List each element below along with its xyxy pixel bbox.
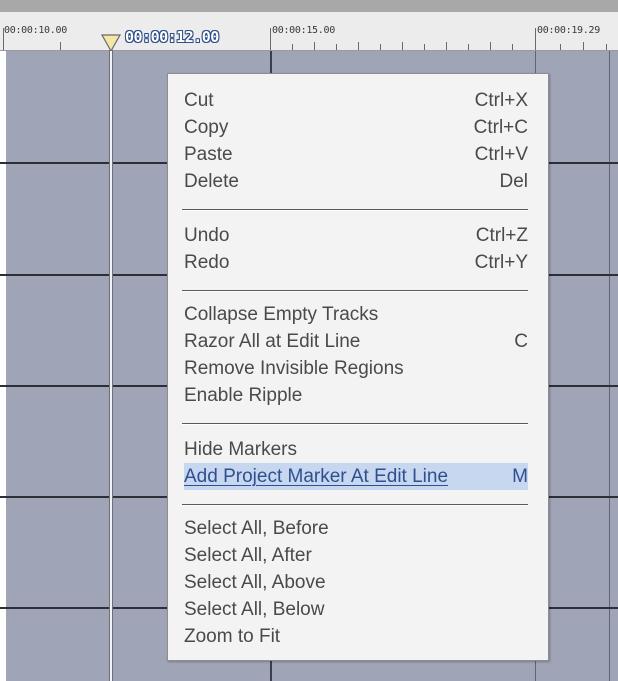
ruler-timecode: 00:00:15.00	[272, 25, 335, 36]
menu-item-shortcut: Ctrl+Z	[475, 225, 528, 246]
playhead-marker-icon[interactable]	[101, 34, 121, 51]
menu-item-enable-ripple[interactable]: Enable Ripple	[184, 382, 528, 409]
menu-item-paste[interactable]: Paste Ctrl+V	[184, 141, 528, 168]
menu-item-label: Redo	[184, 252, 230, 273]
menu-item-redo[interactable]: Redo Ctrl+Y	[184, 249, 528, 276]
ruler-tick	[3, 28, 4, 50]
ruler-timecode: 00:00:19.29	[537, 25, 600, 36]
ruler-tick	[314, 42, 315, 50]
menu-item-label: Copy	[184, 117, 229, 138]
menu-item-select-all-above[interactable]: Select All, Above	[184, 569, 528, 596]
grid-line	[609, 51, 610, 681]
ruler-tick	[535, 28, 536, 50]
menu-item-shortcut: Ctrl+C	[473, 117, 528, 138]
menu-item-shortcut: C	[514, 331, 528, 352]
menu-item-select-all-below[interactable]: Select All, Below	[184, 596, 528, 623]
menu-item-collapse-empty-tracks[interactable]: Collapse Empty Tracks	[184, 301, 528, 328]
ruler-tick	[358, 42, 359, 50]
menu-item-label: Undo	[184, 225, 230, 246]
track-left-border	[0, 51, 6, 681]
ruler-tick	[583, 42, 584, 50]
menu-item-copy[interactable]: Copy Ctrl+C	[184, 114, 528, 141]
menu-item-delete[interactable]: Delete Del	[184, 168, 528, 195]
menu-item-label: Delete	[184, 171, 239, 192]
top-strip	[0, 0, 618, 12]
edit-line-cursor[interactable]	[110, 51, 112, 681]
menu-item-shortcut: M	[512, 466, 528, 487]
menu-item-label: Paste	[184, 144, 233, 165]
menu-separator	[182, 290, 528, 292]
ruler-timecode: 00:00:10.00	[4, 25, 67, 36]
menu-item-zoom-to-fit[interactable]: Zoom to Fit	[184, 623, 528, 650]
ruler-tick	[402, 42, 403, 50]
timeline-ruler[interactable]: 00:00:10.00 00:00:15.00 00:00:19.29 00:0…	[0, 12, 618, 51]
menu-item-razor-all-at-edit-line[interactable]: Razor All at Edit Line C	[184, 328, 528, 355]
current-time-display[interactable]: 00:00:12.00	[125, 28, 219, 46]
ruler-tick	[292, 44, 293, 50]
ruler-tick	[424, 44, 425, 50]
menu-item-label: Remove Invisible Regions	[184, 358, 404, 379]
menu-item-label: Select All, Before	[184, 518, 329, 539]
ruler-tick	[380, 44, 381, 50]
ruler-tick	[270, 28, 271, 50]
menu-separator	[182, 504, 528, 506]
menu-item-label: Zoom to Fit	[184, 626, 281, 647]
ruler-tick	[60, 42, 61, 50]
menu-item-remove-invisible-regions[interactable]: Remove Invisible Regions	[184, 355, 528, 382]
menu-item-shortcut: Ctrl+X	[474, 90, 528, 111]
menu-item-label: Select All, After	[184, 545, 312, 566]
context-menu: Cut Ctrl+X Copy Ctrl+C Paste Ctrl+V Dele…	[167, 73, 549, 661]
menu-item-select-all-after[interactable]: Select All, After	[184, 542, 528, 569]
ruler-tick	[560, 44, 561, 50]
menu-separator	[182, 209, 528, 211]
ruler-tick	[336, 44, 337, 50]
menu-item-label: Hide Markers	[184, 439, 297, 460]
menu-item-label: Select All, Below	[184, 599, 325, 620]
menu-item-shortcut: Ctrl+V	[474, 144, 528, 165]
menu-item-add-project-marker-at-edit-line[interactable]: Add Project Marker At Edit Line M	[184, 463, 528, 490]
menu-item-label: Collapse Empty Tracks	[184, 304, 379, 325]
menu-item-label: Select All, Above	[184, 572, 326, 593]
menu-item-label: Add Project Marker At Edit Line	[184, 466, 449, 487]
menu-item-label: Razor All at Edit Line	[184, 331, 361, 352]
menu-item-label: Enable Ripple	[184, 385, 303, 406]
ruler-tick	[446, 42, 447, 50]
menu-separator	[182, 423, 528, 425]
ruler-tick	[606, 44, 607, 50]
ruler-tick	[512, 44, 513, 50]
menu-item-undo[interactable]: Undo Ctrl+Z	[184, 222, 528, 249]
menu-item-shortcut: Del	[499, 171, 528, 192]
ruler-tick	[490, 42, 491, 50]
menu-item-cut[interactable]: Cut Ctrl+X	[184, 87, 528, 114]
menu-item-select-all-before[interactable]: Select All, Before	[184, 515, 528, 542]
menu-item-shortcut: Ctrl+Y	[474, 252, 528, 273]
ruler-tick	[468, 44, 469, 50]
menu-item-label: Cut	[184, 90, 214, 111]
menu-item-hide-markers[interactable]: Hide Markers	[184, 436, 528, 463]
